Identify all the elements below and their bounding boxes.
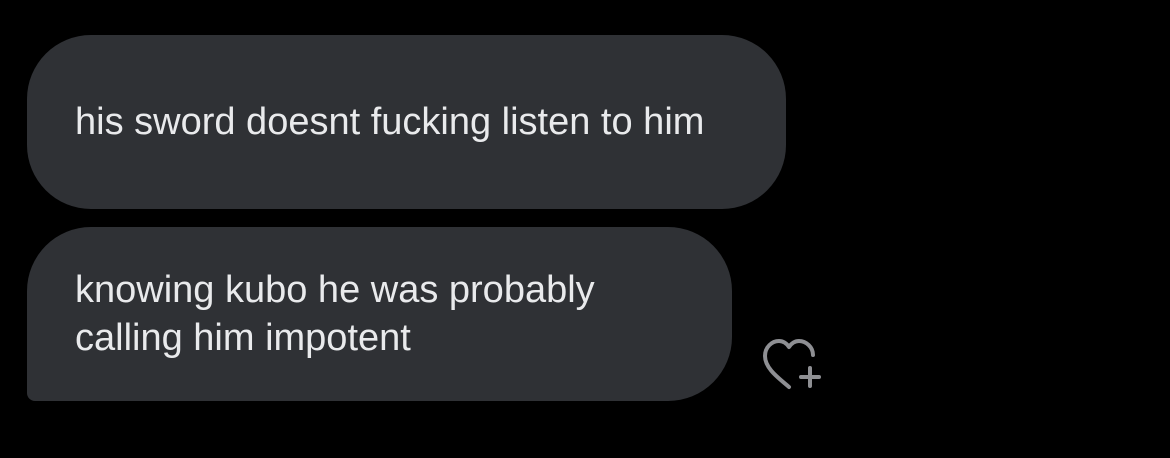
- react-button[interactable]: [760, 336, 826, 396]
- message-thread: his sword doesnt fucking listen to him k…: [0, 0, 1170, 458]
- message-bubble[interactable]: his sword doesnt fucking listen to him: [27, 35, 786, 209]
- message-text: his sword doesnt fucking listen to him: [75, 101, 705, 143]
- message-text: knowing kubo he was probably calling him…: [75, 269, 595, 359]
- message-bubble[interactable]: knowing kubo he was probably calling him…: [27, 227, 732, 401]
- heart-plus-icon: [763, 339, 821, 389]
